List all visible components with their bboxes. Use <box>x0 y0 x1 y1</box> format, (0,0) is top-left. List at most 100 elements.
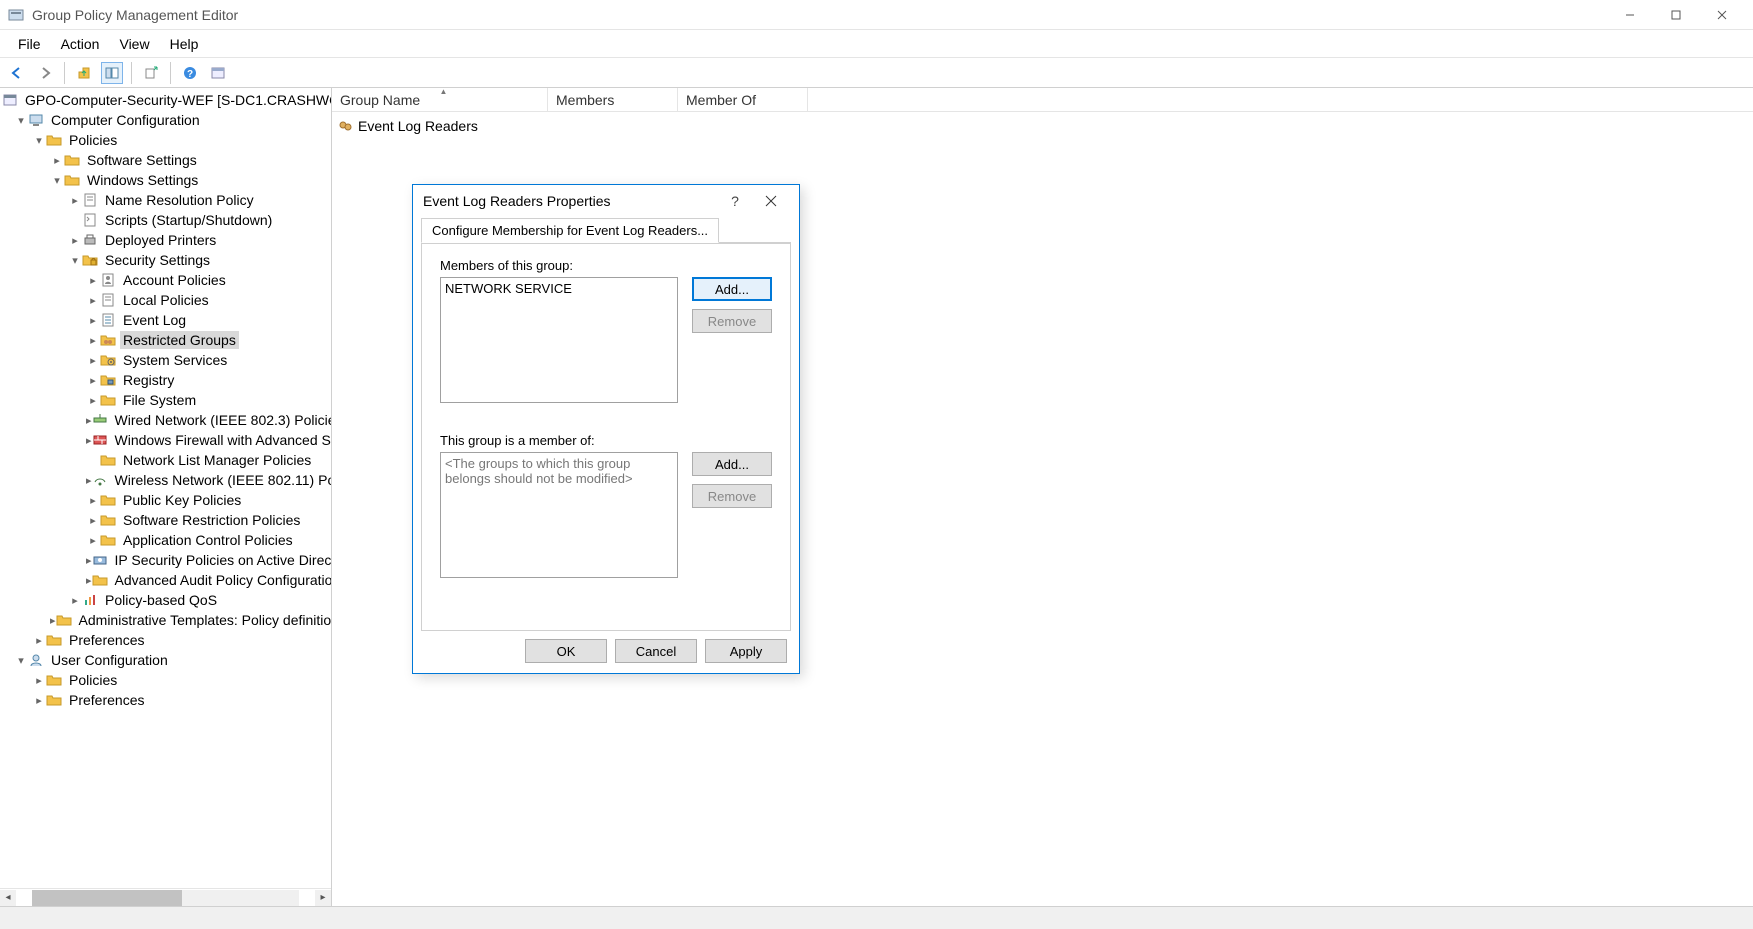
chevron-right-icon[interactable]: ▸ <box>50 154 64 167</box>
tree-file-system[interactable]: ▸ File System <box>0 390 331 410</box>
group-icon <box>100 332 116 348</box>
chevron-right-icon[interactable]: ▸ <box>86 334 100 347</box>
tree-body[interactable]: GPO-Computer-Security-WEF [S-DC1.CRASHWO… <box>0 88 331 888</box>
group-icon <box>338 118 354 134</box>
close-icon[interactable] <box>753 187 789 215</box>
chevron-right-icon[interactable]: ▸ <box>86 294 100 307</box>
chevron-right-icon[interactable]: ▸ <box>68 594 82 607</box>
tree-app-control[interactable]: ▸ Application Control Policies <box>0 530 331 550</box>
tree-hscrollbar[interactable]: ◂ ▸ <box>0 888 331 906</box>
help-button[interactable]: ? <box>179 62 201 84</box>
tree-scripts[interactable]: Scripts (Startup/Shutdown) <box>0 210 331 230</box>
add-memberof-button[interactable]: Add... <box>692 452 772 476</box>
minimize-button[interactable] <box>1607 0 1653 30</box>
back-button[interactable] <box>6 62 28 84</box>
column-members[interactable]: Members <box>548 88 678 111</box>
tree-windows-settings[interactable]: ▾ Windows Settings <box>0 170 331 190</box>
remove-memberof-button[interactable]: Remove <box>692 484 772 508</box>
script-icon <box>82 212 98 228</box>
chevron-down-icon[interactable]: ▾ <box>14 114 28 127</box>
tree-event-log[interactable]: ▸ Event Log <box>0 310 331 330</box>
tree-preferences[interactable]: ▸ Preferences <box>0 630 331 650</box>
show-hide-tree-button[interactable] <box>101 62 123 84</box>
maximize-button[interactable] <box>1653 0 1699 30</box>
menu-action[interactable]: Action <box>51 32 110 56</box>
menu-help[interactable]: Help <box>160 32 209 56</box>
tree-ipsec[interactable]: ▸ IP Security Policies on Active Direct <box>0 550 331 570</box>
chevron-right-icon[interactable]: ▸ <box>86 314 100 327</box>
menu-file[interactable]: File <box>8 32 51 56</box>
ok-button[interactable]: OK <box>525 639 607 663</box>
members-listbox[interactable]: NETWORK SERVICE <box>440 277 678 403</box>
network-icon <box>92 412 108 428</box>
member-item[interactable]: NETWORK SERVICE <box>445 281 673 296</box>
chevron-right-icon[interactable]: ▸ <box>68 234 82 247</box>
tree-wireless-network[interactable]: ▸ Wireless Network (IEEE 802.11) Polic <box>0 470 331 490</box>
tree-name-resolution[interactable]: ▸ Name Resolution Policy <box>0 190 331 210</box>
menu-view[interactable]: View <box>109 32 159 56</box>
chevron-right-icon[interactable]: ▸ <box>32 674 46 687</box>
apply-button[interactable]: Apply <box>705 639 787 663</box>
chevron-right-icon[interactable]: ▸ <box>86 514 100 527</box>
tree-policies[interactable]: ▾ Policies <box>0 130 331 150</box>
tree-software-restriction[interactable]: ▸ Software Restriction Policies <box>0 510 331 530</box>
tree-user-config[interactable]: ▾ User Configuration <box>0 650 331 670</box>
tree-registry[interactable]: ▸ Registry <box>0 370 331 390</box>
column-group-name[interactable]: Group Name ▲ <box>332 88 548 111</box>
tree-public-key[interactable]: ▸ Public Key Policies <box>0 490 331 510</box>
forward-button[interactable] <box>34 62 56 84</box>
chevron-right-icon[interactable]: ▸ <box>86 274 100 287</box>
tree-software-settings[interactable]: ▸ Software Settings <box>0 150 331 170</box>
menu-bar: File Action View Help <box>0 30 1753 58</box>
export-button[interactable] <box>140 62 162 84</box>
chevron-down-icon[interactable]: ▾ <box>50 174 64 187</box>
chevron-right-icon[interactable]: ▸ <box>86 354 100 367</box>
scroll-right-icon[interactable]: ▸ <box>315 890 331 906</box>
tree-user-preferences[interactable]: ▸ Preferences <box>0 690 331 710</box>
scroll-left-icon[interactable]: ◂ <box>0 890 16 906</box>
tree-local-policies[interactable]: ▸ Local Policies <box>0 290 331 310</box>
tree-wired-network[interactable]: ▸ Wired Network (IEEE 802.3) Policies <box>0 410 331 430</box>
tree-deployed-printers[interactable]: ▸ Deployed Printers <box>0 230 331 250</box>
tree-admin-templates[interactable]: ▸ Administrative Templates: Policy defin… <box>0 610 331 630</box>
remove-member-button[interactable]: Remove <box>692 309 772 333</box>
chevron-right-icon[interactable]: ▸ <box>32 634 46 647</box>
chevron-right-icon[interactable]: ▸ <box>86 394 100 407</box>
tree-system-services[interactable]: ▸ System Services <box>0 350 331 370</box>
add-member-button[interactable]: Add... <box>692 277 772 301</box>
memberof-listbox[interactable]: <The groups to which this group belongs … <box>440 452 678 578</box>
help-icon[interactable]: ? <box>717 187 753 215</box>
chevron-right-icon[interactable]: ▸ <box>86 374 100 387</box>
chevron-down-icon[interactable]: ▾ <box>68 254 82 267</box>
tree-root[interactable]: GPO-Computer-Security-WEF [S-DC1.CRASHWO… <box>0 90 331 110</box>
tree-security-settings[interactable]: ▾ Security Settings <box>0 250 331 270</box>
policy-icon <box>100 292 116 308</box>
close-button[interactable] <box>1699 0 1745 30</box>
tree-computer-config[interactable]: ▾ Computer Configuration <box>0 110 331 130</box>
tree-restricted-groups[interactable]: ▸ Restricted Groups <box>0 330 331 350</box>
refresh-button[interactable] <box>207 62 229 84</box>
folder-icon <box>100 492 116 508</box>
sort-asc-icon: ▲ <box>440 87 448 96</box>
tree-qos[interactable]: ▸ Policy-based QoS <box>0 590 331 610</box>
dialog-titlebar[interactable]: Event Log Readers Properties ? <box>413 185 799 217</box>
chevron-right-icon[interactable]: ▸ <box>32 694 46 707</box>
chevron-right-icon[interactable]: ▸ <box>86 494 100 507</box>
app-icon <box>8 7 24 23</box>
chevron-down-icon[interactable]: ▾ <box>32 134 46 147</box>
tree-network-list[interactable]: Network List Manager Policies <box>0 450 331 470</box>
chevron-down-icon[interactable]: ▾ <box>14 654 28 667</box>
column-member-of[interactable]: Member Of <box>678 88 808 111</box>
tree-user-policies[interactable]: ▸ Policies <box>0 670 331 690</box>
tree-account-policies[interactable]: ▸ Account Policies <box>0 270 331 290</box>
chevron-right-icon[interactable]: ▸ <box>86 534 100 547</box>
up-button[interactable] <box>73 62 95 84</box>
tree-adv-audit[interactable]: ▸ Advanced Audit Policy Configuratio <box>0 570 331 590</box>
folder-icon <box>100 532 116 548</box>
cancel-button[interactable]: Cancel <box>615 639 697 663</box>
tab-configure-membership[interactable]: Configure Membership for Event Log Reade… <box>421 218 719 243</box>
list-item[interactable]: Event Log Readers <box>338 116 1747 136</box>
scroll-thumb[interactable] <box>32 890 182 906</box>
tree-firewall[interactable]: ▸ Windows Firewall with Advanced Se <box>0 430 331 450</box>
chevron-right-icon[interactable]: ▸ <box>68 194 82 207</box>
